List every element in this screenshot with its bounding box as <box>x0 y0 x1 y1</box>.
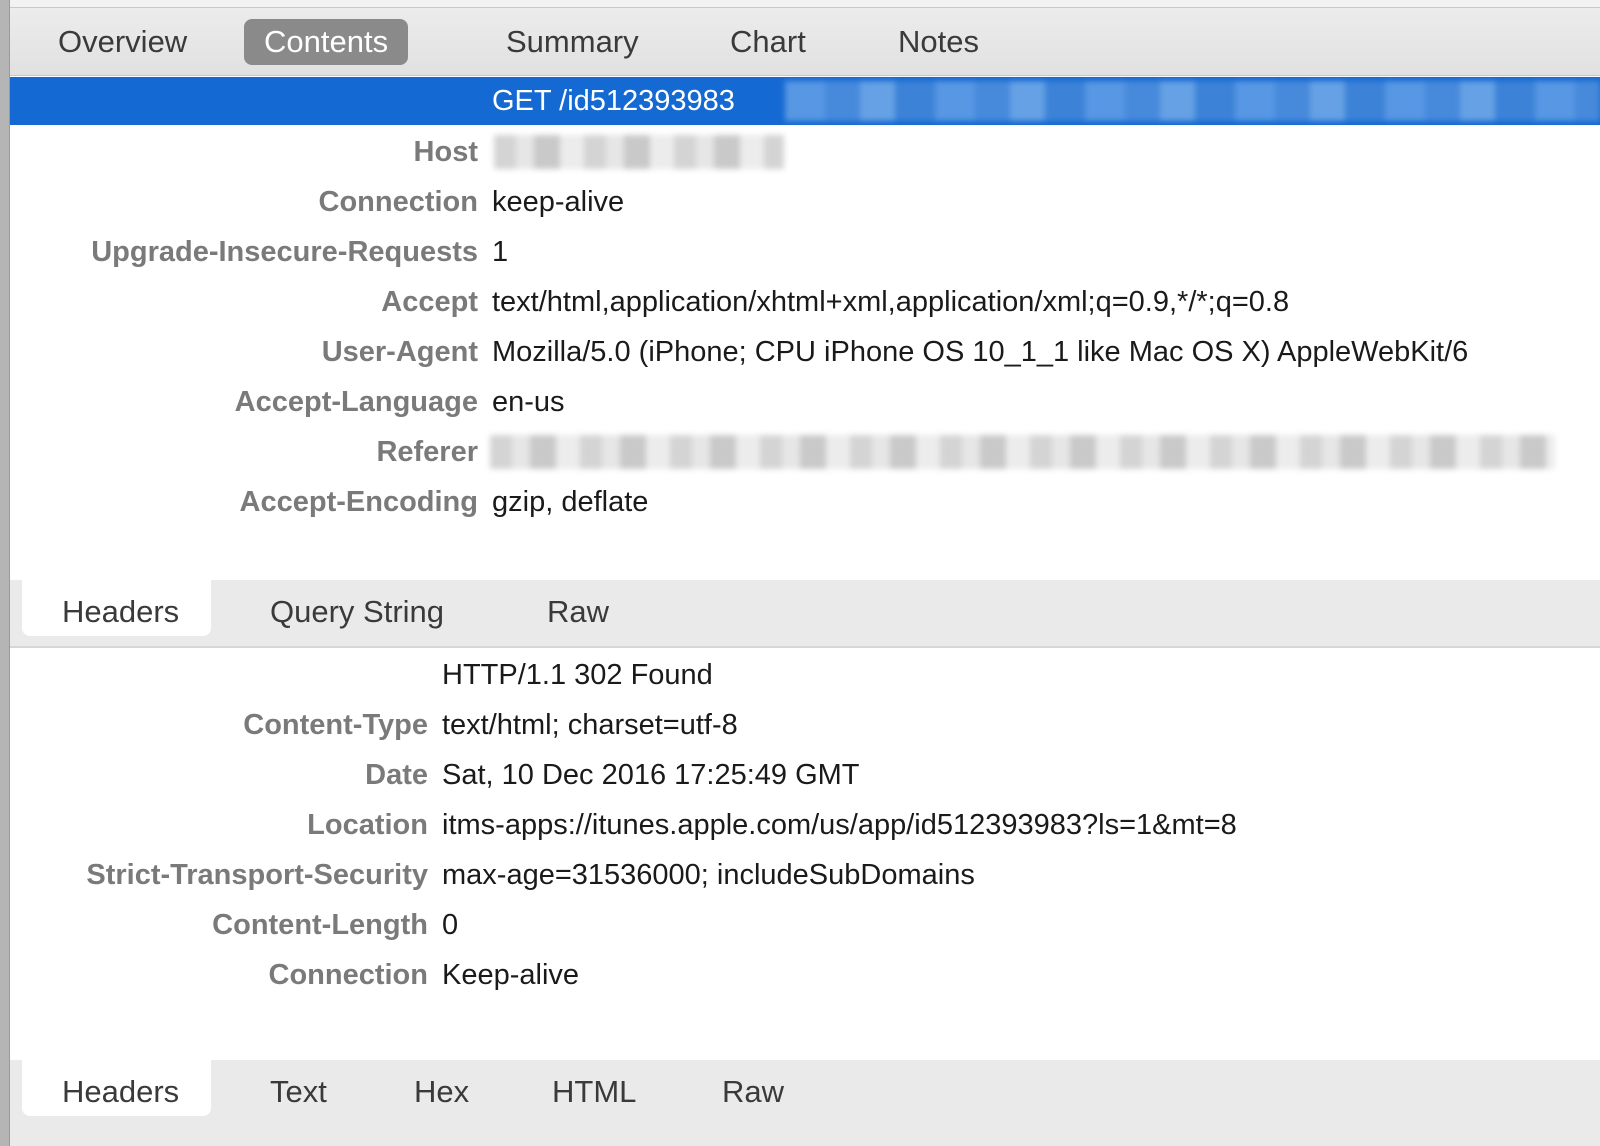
response-header-row[interactable]: Connection Keep-alive <box>10 950 1600 1000</box>
header-key: Date <box>365 759 428 791</box>
request-header-row[interactable]: Accept-Encoding gzip, deflate <box>10 477 1600 527</box>
tab-notes[interactable]: Notes <box>878 19 999 65</box>
window-top-strip <box>10 0 1600 8</box>
tab-summary[interactable]: Summary <box>486 19 659 65</box>
header-value: keep-alive <box>492 186 625 218</box>
response-tab-text[interactable]: Text <box>270 1060 327 1114</box>
request-line-text: GET /id512393983 <box>492 85 735 117</box>
header-key: Content-Length <box>212 909 428 941</box>
header-value: max-age=31536000; includeSubDomains <box>442 859 975 891</box>
response-header-row[interactable]: Content-Length 0 <box>10 900 1600 950</box>
response-tab-html[interactable]: HTML <box>552 1060 636 1114</box>
header-key: Strict-Transport-Security <box>86 859 428 891</box>
request-tab-headers[interactable]: Headers <box>22 580 212 636</box>
request-header-row[interactable]: Accept-Language en-us <box>10 377 1600 427</box>
request-line-row[interactable]: GET /id512393983 <box>10 77 1600 125</box>
header-value: 0 <box>442 909 459 941</box>
header-value: text/html; charset=utf-8 <box>442 709 738 741</box>
request-tab-query-string[interactable]: Query String <box>270 580 444 634</box>
header-key: Accept-Language <box>234 386 478 418</box>
response-status-line: HTTP/1.1 302 Found <box>442 659 713 691</box>
header-key: Connection <box>318 186 479 218</box>
response-header-row[interactable]: Content-Type text/html; charset=utf-8 <box>10 700 1600 750</box>
request-tab-raw[interactable]: Raw <box>547 580 609 634</box>
window-left-border <box>0 0 10 1146</box>
header-key: Accept-Encoding <box>239 486 478 518</box>
header-value: text/html,application/xhtml+xml,applicat… <box>492 286 1290 318</box>
tab-contents[interactable]: Contents <box>244 19 409 65</box>
response-status-row[interactable]: HTTP/1.1 302 Found <box>10 650 1600 700</box>
header-key: Host <box>413 136 478 168</box>
request-view-tab-bar: Headers Query String Raw <box>10 580 1600 648</box>
response-header-row[interactable]: Location itms-apps://itunes.apple.com/us… <box>10 800 1600 850</box>
top-tab-bar: Overview Contents Summary Chart Notes <box>10 8 1600 76</box>
header-value: Sat, 10 Dec 2016 17:25:49 GMT <box>442 759 860 791</box>
tab-chart[interactable]: Chart <box>710 19 826 65</box>
request-header-row[interactable]: Host <box>10 127 1600 177</box>
tab-overview[interactable]: Overview <box>38 19 207 65</box>
header-value: Mozilla/5.0 (iPhone; CPU iPhone OS 10_1_… <box>492 336 1469 368</box>
request-header-row[interactable]: Connection keep-alive <box>10 177 1600 227</box>
request-header-row[interactable]: User-Agent Mozilla/5.0 (iPhone; CPU iPho… <box>10 327 1600 377</box>
response-tab-hex[interactable]: Hex <box>414 1060 469 1114</box>
redacted-referer-value <box>490 435 1555 469</box>
request-header-row[interactable]: Upgrade-Insecure-Requests 1 <box>10 227 1600 277</box>
header-value: en-us <box>492 386 565 418</box>
header-key: User-Agent <box>321 336 478 368</box>
header-value: gzip, deflate <box>492 486 649 518</box>
header-value: itms-apps://itunes.apple.com/us/app/id51… <box>442 809 1237 841</box>
redacted-request-path <box>785 81 1600 121</box>
header-key: Referer <box>376 436 478 468</box>
response-tab-headers[interactable]: Headers <box>22 1060 212 1116</box>
header-key: Accept <box>381 286 478 318</box>
response-header-row[interactable]: Strict-Transport-Security max-age=315360… <box>10 850 1600 900</box>
redacted-host-value <box>494 135 784 169</box>
header-key: Location <box>307 809 428 841</box>
response-header-row[interactable]: Date Sat, 10 Dec 2016 17:25:49 GMT <box>10 750 1600 800</box>
request-header-row[interactable]: Referer <box>10 427 1600 477</box>
header-key: Connection <box>268 959 429 991</box>
response-view-tab-bar: Headers Text Hex HTML Raw <box>10 1060 1600 1146</box>
header-key: Content-Type <box>243 709 428 741</box>
header-value: Keep-alive <box>442 959 580 991</box>
response-tab-raw[interactable]: Raw <box>722 1060 784 1114</box>
header-value: 1 <box>492 236 509 268</box>
request-header-row[interactable]: Accept text/html,application/xhtml+xml,a… <box>10 277 1600 327</box>
header-key: Upgrade-Insecure-Requests <box>91 236 478 268</box>
